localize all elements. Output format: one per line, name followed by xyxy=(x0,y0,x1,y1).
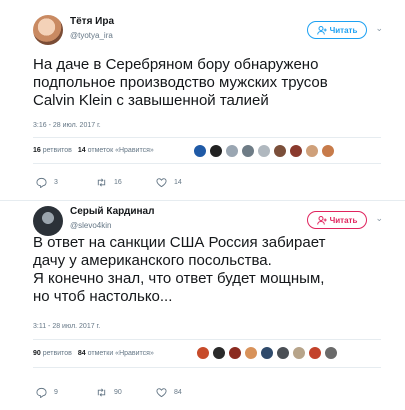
author-name[interactable]: Серый Кардинал xyxy=(70,206,154,217)
divider xyxy=(33,137,381,138)
like-button[interactable]: 84 xyxy=(156,387,216,398)
follow-button[interactable]: Читать xyxy=(307,21,367,39)
reply-button[interactable]: 3 xyxy=(36,177,96,188)
liker-avatar[interactable] xyxy=(324,346,338,360)
chevron-down-icon[interactable]: ⌄ xyxy=(375,23,383,34)
retweets-stat[interactable]: 16 ретвитов xyxy=(33,147,72,154)
tweet-timestamp[interactable]: 3:11 - 28 июл. 2017 г. xyxy=(33,323,100,330)
avatar[interactable] xyxy=(33,206,63,236)
liker-avatar[interactable] xyxy=(196,346,210,360)
author-handle[interactable]: @tyotya_ira xyxy=(70,31,113,40)
likes-label: отметок «Нравится» xyxy=(87,147,154,154)
tweet-actions: 9 90 84 xyxy=(36,387,216,398)
chevron-down-icon[interactable]: ⌄ xyxy=(375,213,383,224)
likes-stat[interactable]: 14 отметок «Нравится» xyxy=(78,147,154,154)
add-user-icon xyxy=(316,215,327,225)
retweets-count: 90 xyxy=(33,350,41,357)
likes-label: отметки «Нравится» xyxy=(87,350,154,357)
retweet-icon xyxy=(97,388,106,397)
retweets-stat[interactable]: 90 ретвитов xyxy=(33,350,72,357)
follow-label: Читать xyxy=(329,25,358,35)
liker-avatar[interactable] xyxy=(305,144,319,158)
liker-avatar[interactable] xyxy=(244,346,258,360)
heart-icon xyxy=(156,178,167,188)
retweet-button[interactable]: 16 xyxy=(96,177,156,188)
divider xyxy=(33,367,381,368)
reply-count: 9 xyxy=(54,389,58,396)
reply-icon xyxy=(36,177,47,188)
liker-avatar[interactable] xyxy=(257,144,271,158)
tweet-text: В ответ на санкции США Россия забирает д… xyxy=(33,234,326,305)
engagement-stats: 16 ретвитов 14 отметок «Нравится» xyxy=(33,147,154,154)
reply-button[interactable]: 9 xyxy=(36,387,96,398)
heart-icon xyxy=(156,388,167,398)
liker-avatars xyxy=(196,346,338,360)
likes-count: 84 xyxy=(77,350,86,357)
liker-avatar[interactable] xyxy=(276,346,290,360)
liker-avatar[interactable] xyxy=(193,144,207,158)
retweets-label: ретвитов xyxy=(42,147,72,154)
divider xyxy=(33,163,381,164)
divider xyxy=(33,339,381,340)
likes-stat[interactable]: 84 отметки «Нравится» xyxy=(78,350,154,357)
liker-avatar[interactable] xyxy=(228,346,242,360)
follow-label: Читать xyxy=(329,215,358,225)
retweets-label: ретвитов xyxy=(42,350,72,357)
avatar[interactable] xyxy=(33,15,63,45)
tweet-timestamp[interactable]: 3:16 - 28 июл. 2017 г. xyxy=(33,122,101,129)
like-button[interactable]: 14 xyxy=(156,177,216,188)
tweet-card: Тётя Ира @tyotya_ira Читать ⌄ На даче в … xyxy=(0,0,405,200)
tweet-text: На даче в Серебряном бору обнаружено под… xyxy=(33,56,328,109)
reply-icon xyxy=(36,387,47,398)
liker-avatar[interactable] xyxy=(308,346,322,360)
engagement-stats: 90 ретвитов 84 отметки «Нравится» xyxy=(33,350,154,357)
liker-avatar[interactable] xyxy=(260,346,274,360)
retweets-count: 16 xyxy=(33,147,41,154)
author-handle[interactable]: @slevo4kin xyxy=(70,221,111,230)
liker-avatar[interactable] xyxy=(273,144,287,158)
follow-button[interactable]: Читать xyxy=(307,211,367,229)
liker-avatar[interactable] xyxy=(225,144,239,158)
liker-avatar[interactable] xyxy=(321,144,335,158)
reply-count: 3 xyxy=(54,179,58,186)
tweet-actions: 3 16 14 xyxy=(36,177,216,188)
likes-count: 14 xyxy=(77,147,86,154)
liker-avatar[interactable] xyxy=(212,346,226,360)
liker-avatar[interactable] xyxy=(241,144,255,158)
tweet-card: Серый Кардинал @slevo4kin Читать ⌄ В отв… xyxy=(0,201,405,410)
liker-avatar[interactable] xyxy=(289,144,303,158)
liker-avatar[interactable] xyxy=(292,346,306,360)
like-count: 14 xyxy=(174,179,182,186)
liker-avatar[interactable] xyxy=(209,144,223,158)
retweet-icon xyxy=(97,178,106,187)
retweet-count: 16 xyxy=(114,179,122,186)
retweet-button[interactable]: 90 xyxy=(96,387,156,398)
add-user-icon xyxy=(316,25,327,35)
liker-avatars xyxy=(193,144,335,158)
like-count: 84 xyxy=(174,389,182,396)
author-name[interactable]: Тётя Ира xyxy=(70,16,114,27)
retweet-count: 90 xyxy=(114,389,122,396)
